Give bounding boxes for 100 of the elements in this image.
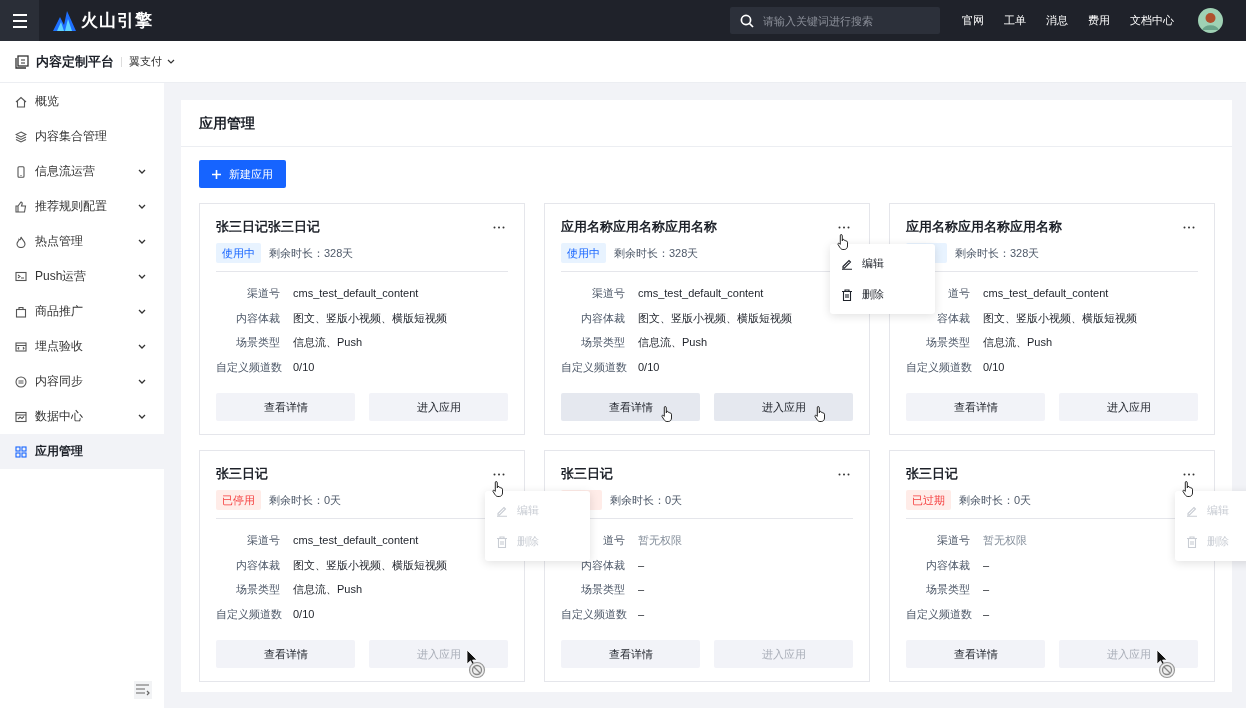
field-label: 自定义频道数	[216, 606, 280, 622]
field-value: –	[983, 557, 990, 573]
sidebar-item[interactable]: 内容同步	[0, 364, 164, 399]
remaining-time: 剩余时长：0天	[959, 492, 1032, 508]
view-details-button[interactable]: 查看详情	[906, 640, 1045, 668]
remaining-time: 剩余时长：328天	[955, 245, 1040, 261]
view-details-button[interactable]: 查看详情	[906, 393, 1045, 421]
field-label: 场景类型	[925, 335, 970, 350]
enter-app-button[interactable]: 进入应用	[369, 393, 508, 421]
remaining-time: 剩余时长：328天	[614, 245, 699, 261]
nav-link[interactable]: 消息	[1046, 13, 1068, 28]
caret-icon	[138, 203, 146, 210]
delete-menu-item[interactable]: 删除	[830, 279, 935, 310]
app-title: 张三日记	[906, 465, 959, 483]
document-icon	[15, 54, 29, 69]
view-details-button[interactable]: 查看详情	[216, 393, 355, 421]
field-label: 内容体裁	[925, 557, 970, 573]
nav-link[interactable]: 官网	[962, 13, 984, 28]
caret-icon	[138, 168, 146, 175]
field-value: –	[638, 606, 645, 622]
new-app-button[interactable]: 新建应用	[199, 160, 286, 188]
sidebar-item[interactable]: 应用管理	[0, 434, 164, 469]
field-label: 场景类型	[235, 335, 280, 350]
sidebar-item[interactable]: 信息流运营	[0, 154, 164, 189]
more-icon	[838, 472, 850, 476]
field-label: 场景类型	[235, 582, 280, 597]
field-label: 场景类型	[580, 582, 625, 597]
account-dropdown[interactable]: 翼支付	[129, 54, 175, 69]
trash-icon	[841, 288, 853, 301]
field-value: 暂无权限	[983, 533, 1027, 548]
brand-name: 火山引擎	[81, 10, 153, 32]
field-label: 道号	[602, 533, 625, 548]
field-label: 场景类型	[925, 582, 970, 597]
sidebar-item[interactable]: 推荐规则配置	[0, 189, 164, 224]
menu-button[interactable]	[0, 0, 39, 41]
app-title: 张三日记	[561, 465, 614, 483]
circle-lines-icon	[15, 375, 27, 388]
field-value: cms_test_default_content	[293, 533, 419, 548]
flame-icon	[15, 235, 27, 248]
menu-icon	[11, 13, 28, 28]
chart-window-icon	[15, 410, 27, 423]
caret-icon	[167, 58, 175, 65]
avatar[interactable]	[1198, 8, 1223, 33]
remaining-time: 剩余时长：0天	[269, 492, 342, 508]
field-label: 道号	[947, 286, 970, 301]
view-details-button[interactable]: 查看详情	[561, 640, 700, 668]
field-label: 渠道号	[246, 533, 280, 548]
platform-title: 内容定制平台	[36, 52, 114, 71]
field-label: 渠道号	[246, 286, 280, 301]
mountain-logo-icon	[53, 10, 76, 31]
remaining-time: 剩余时长：328天	[269, 245, 354, 261]
sidebar-item[interactable]: Push运营	[0, 259, 164, 294]
code-window-icon	[15, 340, 27, 353]
view-details-button[interactable]: 查看详情	[216, 640, 355, 668]
field-value: 图文、竖版小视频、横版短视频	[638, 310, 792, 326]
bag-icon	[15, 305, 27, 318]
grid-icon	[15, 445, 27, 458]
more-icon	[493, 472, 505, 476]
field-label: 内容体裁	[235, 310, 280, 326]
more-icon	[838, 225, 850, 229]
status-tag: 使用中	[561, 243, 606, 263]
plus-icon	[212, 169, 221, 179]
enter-app-button[interactable]: 进入应用	[1059, 393, 1198, 421]
field-label: 自定义频道数	[561, 359, 625, 375]
pencil-icon	[1186, 504, 1198, 517]
nav-link[interactable]: 文档中心	[1130, 13, 1174, 28]
collapse-sidebar-button[interactable]	[134, 681, 152, 699]
app-title: 应用名称应用名称应用名称	[906, 218, 1063, 236]
field-value: 0/10	[983, 359, 1005, 375]
phone-icon	[15, 165, 27, 178]
search-icon	[740, 13, 754, 28]
trash-icon	[496, 535, 508, 548]
field-value: 信息流、Push	[293, 582, 363, 597]
nav-link[interactable]: 工单	[1004, 13, 1026, 28]
page-title: 应用管理	[181, 100, 1232, 147]
nav-link[interactable]: 费用	[1088, 13, 1110, 28]
view-details-button[interactable]: 查看详情	[561, 393, 700, 421]
caret-icon	[138, 343, 146, 350]
caret-icon	[138, 413, 146, 420]
sidebar-item[interactable]: 数据中心	[0, 399, 164, 434]
sidebar-item[interactable]: 埋点验收	[0, 329, 164, 364]
search-field[interactable]: 请输入关键词进行搜索	[730, 7, 940, 34]
app-title: 应用名称应用名称应用名称	[561, 218, 718, 236]
enter-app-button[interactable]: 进入应用	[714, 393, 853, 421]
sidebar-item[interactable]: 热点管理	[0, 224, 164, 259]
status-tag: 已停用	[216, 490, 261, 510]
home-icon	[15, 95, 27, 108]
sidebar-item[interactable]: 内容集合管理	[0, 119, 164, 154]
app-title: 张三日记	[216, 465, 269, 483]
field-value: cms_test_default_content	[293, 286, 419, 301]
field-value: 0/10	[293, 359, 315, 375]
sidebar-item[interactable]: 商品推广	[0, 294, 164, 329]
field-value: –	[983, 582, 990, 597]
more-icon	[1183, 225, 1195, 229]
field-label: 内容体裁	[235, 557, 280, 573]
field-value: 图文、竖版小视频、横版短视频	[293, 557, 447, 573]
caret-icon	[138, 273, 146, 280]
edit-menu-item[interactable]: 编辑	[830, 248, 935, 279]
sidebar-item[interactable]: 概览	[0, 84, 164, 119]
field-value: –	[638, 582, 645, 597]
